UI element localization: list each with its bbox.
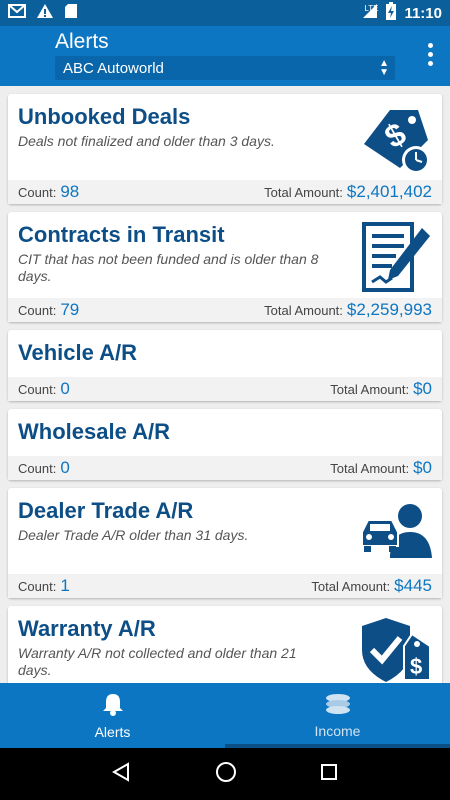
count-value: 1 bbox=[60, 576, 70, 595]
total-value: $0 bbox=[413, 379, 432, 398]
alert-card-wholesale-ar[interactable]: Wholesale A/R Count: 0 Total Amount: $0 bbox=[8, 409, 442, 480]
price-tag-clock-icon: $ bbox=[360, 104, 432, 181]
card-description: CIT that has not been funded and is olde… bbox=[18, 251, 319, 284]
svg-text:$: $ bbox=[410, 654, 422, 679]
network-type: LTE bbox=[364, 3, 379, 13]
select-arrows-icon: ▲ ▼ bbox=[379, 58, 389, 78]
app-bar: Alerts ABC Autoworld ▲ ▼ bbox=[0, 26, 450, 86]
card-footer: Count: 1 Total Amount: $445 bbox=[8, 574, 442, 598]
count-value: 0 bbox=[60, 458, 70, 477]
count-value: 79 bbox=[60, 300, 80, 319]
alert-card-dealer-trade-ar[interactable]: Dealer Trade A/R Dealer Trade A/R older … bbox=[8, 488, 442, 598]
bell-icon bbox=[102, 692, 124, 721]
recents-icon[interactable] bbox=[320, 763, 338, 786]
system-navigation-bar bbox=[0, 748, 450, 800]
card-footer: Count: 98 Total Amount: $2,401,402 bbox=[8, 180, 442, 204]
shield-check-tag-icon: $ bbox=[360, 616, 432, 683]
back-icon[interactable] bbox=[111, 761, 132, 787]
count-label: Count: bbox=[18, 184, 57, 200]
card-title: Vehicle A/R bbox=[18, 340, 138, 365]
count-label: Count: bbox=[18, 302, 57, 318]
alerts-list: Unbooked Deals Deals not finalized and o… bbox=[0, 86, 450, 683]
alert-card-vehicle-ar[interactable]: Vehicle A/R Count: 0 Total Amount: $0 bbox=[8, 330, 442, 401]
car-person-icon bbox=[360, 502, 432, 563]
warning-icon bbox=[36, 3, 54, 24]
clock: 11:10 bbox=[404, 4, 442, 22]
count-label: Count: bbox=[18, 578, 57, 594]
tab-income[interactable]: Income bbox=[225, 683, 450, 748]
card-footer: Count: 0 Total Amount: $0 bbox=[8, 377, 442, 401]
alert-card-warranty-ar[interactable]: Warranty A/R Warranty A/R not collected … bbox=[8, 606, 442, 683]
dealer-select-value: ABC Autoworld bbox=[63, 59, 164, 77]
count-label: Count: bbox=[18, 460, 57, 476]
coins-icon bbox=[324, 693, 352, 720]
status-bar: LTE 11:10 bbox=[0, 0, 450, 26]
tab-alerts[interactable]: Alerts bbox=[0, 683, 225, 748]
contract-pen-icon bbox=[362, 222, 432, 299]
total-label: Total Amount: bbox=[264, 303, 343, 318]
bottom-navigation: Alerts Income bbox=[0, 683, 450, 748]
card-description: Warranty A/R not collected and older tha… bbox=[18, 645, 297, 678]
home-icon[interactable] bbox=[215, 761, 237, 788]
total-label: Total Amount: bbox=[330, 461, 410, 476]
sd-card-icon bbox=[64, 3, 78, 24]
card-footer: Count: 79 Total Amount: $2,259,993 bbox=[8, 298, 442, 322]
card-title: Wholesale A/R bbox=[18, 419, 170, 444]
total-label: Total Amount: bbox=[311, 579, 391, 594]
total-label: Total Amount: bbox=[330, 382, 410, 397]
gmail-icon bbox=[8, 3, 26, 23]
count-label: Count: bbox=[18, 381, 57, 397]
battery-charging-icon bbox=[386, 1, 397, 25]
tab-income-label: Income bbox=[314, 722, 361, 739]
overflow-menu-icon[interactable] bbox=[424, 43, 436, 66]
page-title: Alerts bbox=[55, 30, 109, 53]
total-value: $445 bbox=[394, 576, 432, 595]
count-value: 0 bbox=[60, 379, 70, 398]
total-value: $0 bbox=[413, 458, 432, 477]
dealer-select[interactable]: ABC Autoworld ▲ ▼ bbox=[55, 56, 395, 80]
total-label: Total Amount: bbox=[264, 185, 343, 200]
total-value: $2,401,402 bbox=[346, 182, 432, 201]
alert-card-unbooked-deals[interactable]: Unbooked Deals Deals not finalized and o… bbox=[8, 94, 442, 204]
alert-card-contracts-in-transit[interactable]: Contracts in Transit CIT that has not be… bbox=[8, 212, 442, 322]
count-value: 98 bbox=[60, 182, 80, 201]
card-footer: Count: 0 Total Amount: $0 bbox=[8, 456, 442, 480]
total-value: $2,259,993 bbox=[346, 300, 432, 319]
tab-alerts-label: Alerts bbox=[94, 723, 131, 740]
